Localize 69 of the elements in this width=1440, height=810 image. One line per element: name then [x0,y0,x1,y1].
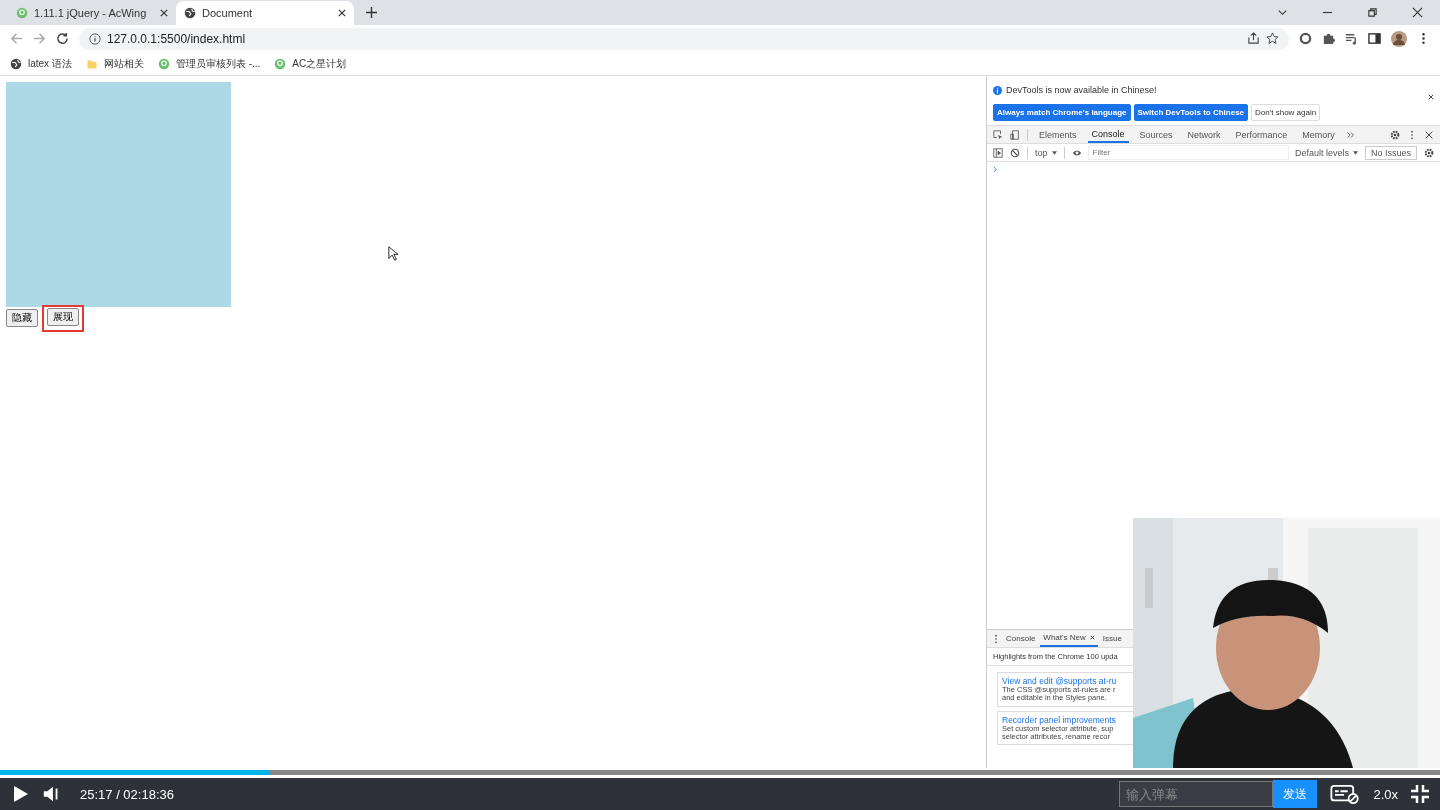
globe-icon [10,57,22,70]
drawer-tab[interactable]: What's New [1040,630,1098,647]
close-icon[interactable] [1089,635,1095,640]
notice-button[interactable]: Always match Chrome's language [993,104,1131,121]
notice-button[interactable]: Switch DevTools to Chinese [1133,104,1249,121]
site-logo-icon [274,57,287,70]
browser-tab[interactable]: Document [176,1,354,25]
address-bar[interactable]: 127.0.0.1:5500/index.html [79,27,1289,50]
clear-icon[interactable] [1010,147,1020,158]
sidebar-icon[interactable] [993,147,1003,158]
context-dropdown[interactable]: top [1035,147,1057,158]
chevron-down-icon[interactable] [1277,7,1288,18]
folder-icon [85,57,98,70]
star-icon[interactable] [1266,32,1279,45]
bookmark[interactable]: AC之星计划 [274,56,347,71]
page-button[interactable]: 展现 [47,308,79,326]
feature-link[interactable]: View and edit @supports at-ru [1002,676,1117,686]
inspect-icon[interactable] [993,129,1003,140]
devtools-tab[interactable]: Memory [1298,126,1339,143]
devtools-tab[interactable]: Network [1183,126,1225,143]
circle-icon[interactable] [1299,32,1312,45]
device-icon[interactable] [1010,129,1020,140]
browser-tab[interactable]: 1.11.1 jQuery - AcWing [8,1,176,25]
restore-icon[interactable] [1367,7,1378,18]
puzzle-icon[interactable] [1322,32,1335,45]
prompt-icon [993,166,998,173]
close-icon[interactable] [338,9,346,17]
site-logo-icon [16,7,28,19]
feature-link[interactable]: Recorder panel improvements [1002,714,1116,725]
speed-button[interactable]: 2.0x [1373,786,1398,802]
page-button[interactable]: 隐藏 [6,309,38,327]
share-icon[interactable] [1247,32,1260,45]
notice-text: DevTools is now available in Chinese! [1006,85,1157,95]
bookmark[interactable]: 网站相关 [85,56,144,71]
close-icon[interactable] [1428,94,1434,100]
danmaku-field[interactable]: 输入弹幕 [1119,781,1274,807]
devtools-tab[interactable]: Performance [1231,126,1292,143]
cursor-icon [388,246,398,261]
exit-fullscreen-icon[interactable] [1410,784,1430,804]
playlist-icon[interactable] [1345,32,1358,45]
url-text: 127.0.0.1:5500/index.html [107,31,246,46]
reload-icon[interactable] [56,32,69,45]
site-logo-icon [157,57,170,70]
caret-icon [1051,151,1057,156]
close-icon[interactable] [1412,7,1423,18]
globe-icon [184,7,196,19]
info-icon [89,32,101,45]
danmaku-off-icon[interactable] [1329,784,1362,804]
drawer-tab[interactable]: Console [1003,630,1039,647]
devtools-tab[interactable]: Sources [1135,126,1177,143]
playback-time: 25:17 / 02:18:36 [80,786,174,802]
settings-icon[interactable] [1390,129,1400,140]
levels-dropdown[interactable]: Default levels [1294,147,1358,158]
more-tabs-icon[interactable] [1345,129,1356,140]
caret-icon [1352,151,1358,156]
close-icon[interactable] [1424,129,1434,140]
devtools-tab[interactable]: Elements [1035,126,1081,143]
new-tab-icon[interactable] [366,7,377,18]
issues-button[interactable]: No Issues [1364,145,1417,160]
bookmark[interactable]: 管理员审核列表 -... [157,56,261,71]
side-panel-icon[interactable] [1368,32,1381,45]
settings-icon[interactable] [1424,147,1434,158]
bookmark[interactable]: latex 语法 [10,56,72,71]
close-icon[interactable] [160,9,168,17]
filter-field[interactable]: Filter [1088,146,1288,159]
info-icon [993,85,1002,95]
drawer-tab[interactable]: Issue [1099,630,1125,647]
avatar-icon[interactable] [1391,30,1407,47]
notice-button[interactable]: Don't show again [1251,104,1321,121]
